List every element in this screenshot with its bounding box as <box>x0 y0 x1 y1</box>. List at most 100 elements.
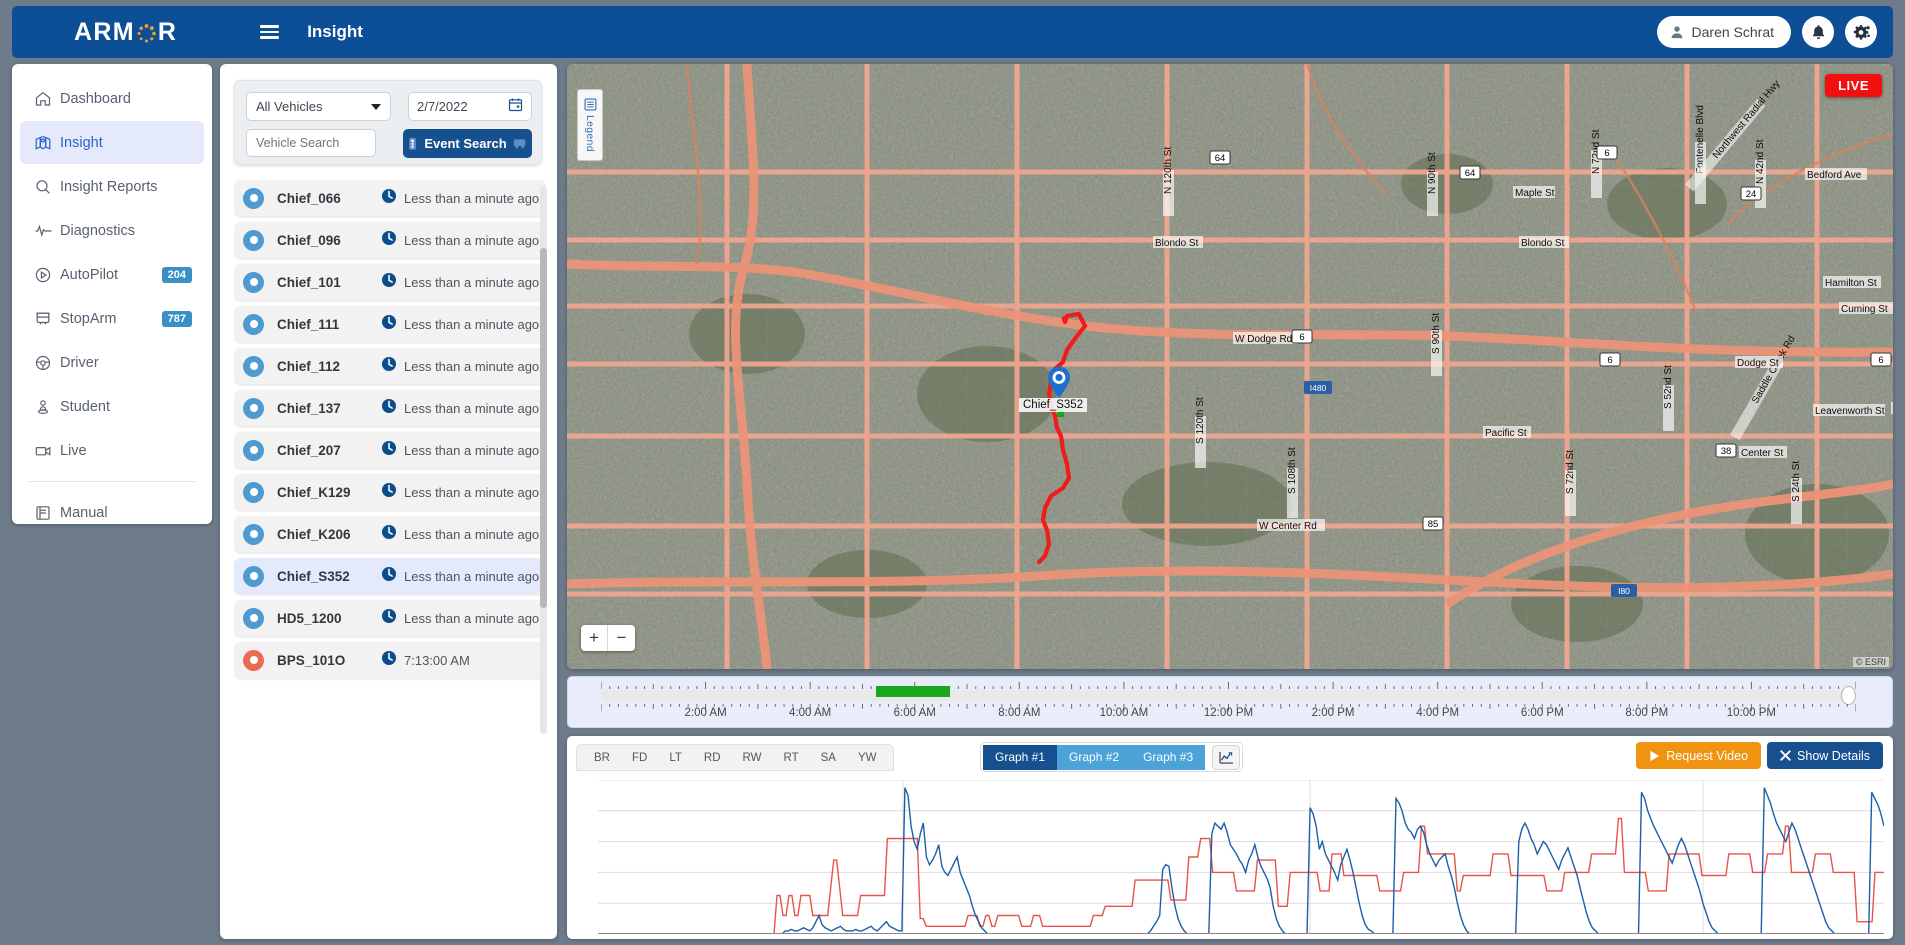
vehicle-name: Chief_K129 <box>277 484 351 500</box>
signal-chart[interactable] <box>598 780 1884 934</box>
vehicle-list-item[interactable]: Chief_137 Less than a minute ago <box>234 390 546 426</box>
vehicle-list-item[interactable]: Chief_K129 Less than a minute ago <box>234 474 546 510</box>
signal-tab[interactable]: LT <box>658 752 693 764</box>
calendar-icon[interactable] <box>508 97 523 117</box>
scrollbar-thumb[interactable] <box>540 248 547 608</box>
svg-text:Blondo St: Blondo St <box>1155 238 1199 249</box>
map-zoom-controls: + − <box>581 625 635 651</box>
vehicle-name: Chief_112 <box>277 358 341 374</box>
zoom-in-button[interactable]: + <box>581 625 608 651</box>
hamburger-icon[interactable] <box>260 25 280 39</box>
timeline-tick-label: 8:00 AM <box>998 707 1041 719</box>
sidebar-item-live[interactable]: Live <box>20 429 204 472</box>
sidebar-item-stoparm[interactable]: StopArm 787 <box>20 297 204 340</box>
svg-text:Pacific St: Pacific St <box>1485 428 1527 439</box>
user-name: Daren Schrat <box>1691 24 1774 40</box>
vehicle-select-value: All Vehicles <box>256 99 323 114</box>
signal-tab[interactable]: YW <box>847 752 888 764</box>
clock-icon <box>381 524 397 545</box>
vehicle-status-dot <box>243 397 264 419</box>
vehicle-status-dot <box>243 355 264 377</box>
app-root: ARM R Insight Daren Schrat Dashboard Ins… <box>0 0 1905 945</box>
vehicle-list-item[interactable]: Chief_111 Less than a minute ago <box>234 306 546 342</box>
line-chart-icon[interactable] <box>1212 744 1241 770</box>
timeline-tick-label: 6:00 PM <box>1520 707 1564 719</box>
vehicle-name: Chief_S352 <box>277 568 350 584</box>
vehicle-list-scrollbar[interactable] <box>540 186 547 734</box>
signal-tab[interactable]: RT <box>772 752 809 764</box>
sidebar-item-insight-reports[interactable]: Insight Reports <box>20 165 204 208</box>
sidebar-item-label: StopArm <box>60 310 117 327</box>
date-picker[interactable]: 2/7/2022 <box>408 92 532 121</box>
sidebar-item-driver[interactable]: Driver <box>20 341 204 384</box>
signal-tab[interactable]: BR <box>583 752 621 764</box>
svg-text:6: 6 <box>1878 355 1883 366</box>
sidebar-item-student[interactable]: Student <box>20 385 204 428</box>
clock-icon <box>381 356 397 377</box>
graph-tab[interactable]: Graph #1 <box>983 744 1058 770</box>
legend-toggle[interactable]: Legend <box>577 89 603 161</box>
vehicle-list-item[interactable]: Chief_101 Less than a minute ago <box>234 264 546 300</box>
sidebar-item-autopilot[interactable]: AutoPilot 204 <box>20 253 204 296</box>
vehicle-list-item[interactable]: Chief_S352 Less than a minute ago <box>234 558 546 594</box>
settings-button[interactable] <box>1845 16 1877 48</box>
svg-text:N 120th St: N 120th St <box>1163 147 1174 194</box>
vehicle-status-dot <box>243 439 264 461</box>
top-bar-actions: Daren Schrat <box>1656 16 1877 48</box>
vehicle-select[interactable]: All Vehicles <box>246 92 391 121</box>
vehicle-list-item[interactable]: HD5_1200 Less than a minute ago <box>234 600 546 636</box>
request-video-button[interactable]: Request Video <box>1636 742 1762 769</box>
vehicle-name: Chief_101 <box>277 274 341 290</box>
map-view[interactable]: N 120th St N 90th St N 72nd St Fontenell… <box>567 64 1893 669</box>
graph-tab[interactable]: Graph #2 <box>1057 744 1132 770</box>
sidebar-item-label: Diagnostics <box>60 222 135 239</box>
sidebar-item-manual[interactable]: Manual <box>20 491 204 534</box>
vehicle-search-input[interactable] <box>246 129 376 157</box>
sidebar-badge-autopilot: 204 <box>161 266 192 283</box>
signal-tab[interactable]: RD <box>693 752 732 764</box>
map-tiles: N 120th St N 90th St N 72nd St Fontenell… <box>567 64 1893 669</box>
book-icon <box>34 504 60 522</box>
signal-tab[interactable]: SA <box>810 752 847 764</box>
vehicle-list-item[interactable]: Chief_066 Less than a minute ago <box>234 180 546 216</box>
clock-icon <box>381 272 397 293</box>
graph-tab[interactable]: Graph #3 <box>1131 744 1206 770</box>
notifications-button[interactable] <box>1802 16 1834 48</box>
timeline-tick-label: 10:00 PM <box>1726 707 1777 719</box>
search-filter-card: All Vehicles 2/7/2022 Vehicle Search Eve… <box>234 80 542 165</box>
sidebar-item-dashboard[interactable]: Dashboard <box>20 77 204 120</box>
vehicle-name: HD5_1200 <box>277 610 342 626</box>
live-badge[interactable]: LIVE <box>1825 74 1882 97</box>
signal-tab[interactable]: FD <box>621 752 658 764</box>
sidebar-item-label: Manual <box>60 504 108 521</box>
svg-text:W Dodge Rd: W Dodge Rd <box>1235 334 1292 345</box>
date-value: 2/7/2022 <box>417 99 468 114</box>
bus-icon <box>34 310 60 328</box>
vehicle-list-item[interactable]: Chief_112 Less than a minute ago <box>234 348 546 384</box>
legend-label: Legend <box>584 115 596 152</box>
event-search-button[interactable]: Event Search <box>403 129 532 158</box>
vehicle-status-dot <box>243 187 264 209</box>
sidebar-item-label: Insight Reports <box>60 178 158 195</box>
timeline-handle[interactable] <box>1841 686 1856 705</box>
vehicle-status-dot <box>243 523 264 545</box>
sidebar-item-insight[interactable]: Insight <box>20 121 204 164</box>
vehicle-list-item[interactable]: BPS_101O 7:13:00 AM <box>234 642 546 678</box>
zoom-out-button[interactable]: − <box>608 625 635 651</box>
timeline-tick-label: 4:00 PM <box>1416 707 1460 719</box>
signal-tab[interactable]: RW <box>732 752 773 764</box>
vehicle-list-item[interactable]: Chief_096 Less than a minute ago <box>234 222 546 258</box>
user-menu[interactable]: Daren Schrat <box>1656 16 1791 48</box>
svg-text:Hamilton St: Hamilton St <box>1825 278 1877 289</box>
svg-text:Cuming St: Cuming St <box>1841 304 1888 315</box>
vehicle-list-item[interactable]: Chief_207 Less than a minute ago <box>234 432 546 468</box>
show-details-button[interactable]: Show Details <box>1767 742 1883 769</box>
sidebar-item-diagnostics[interactable]: Diagnostics <box>20 209 204 252</box>
vehicle-list-item[interactable]: Chief_K206 Less than a minute ago <box>234 516 546 552</box>
timeline-tick-label: 8:00 PM <box>1625 707 1669 719</box>
vehicle-last-seen: Less than a minute ago <box>404 610 540 626</box>
sidebar-item-label: Driver <box>60 354 99 371</box>
vehicle-last-seen: Less than a minute ago <box>404 274 540 290</box>
timeline-slider[interactable]: 2:00 AM 4:00 AM 6:00 AM 8:00 AM 10:00 AM 12:0… <box>567 676 1893 728</box>
timeline-track[interactable] <box>601 686 1856 705</box>
